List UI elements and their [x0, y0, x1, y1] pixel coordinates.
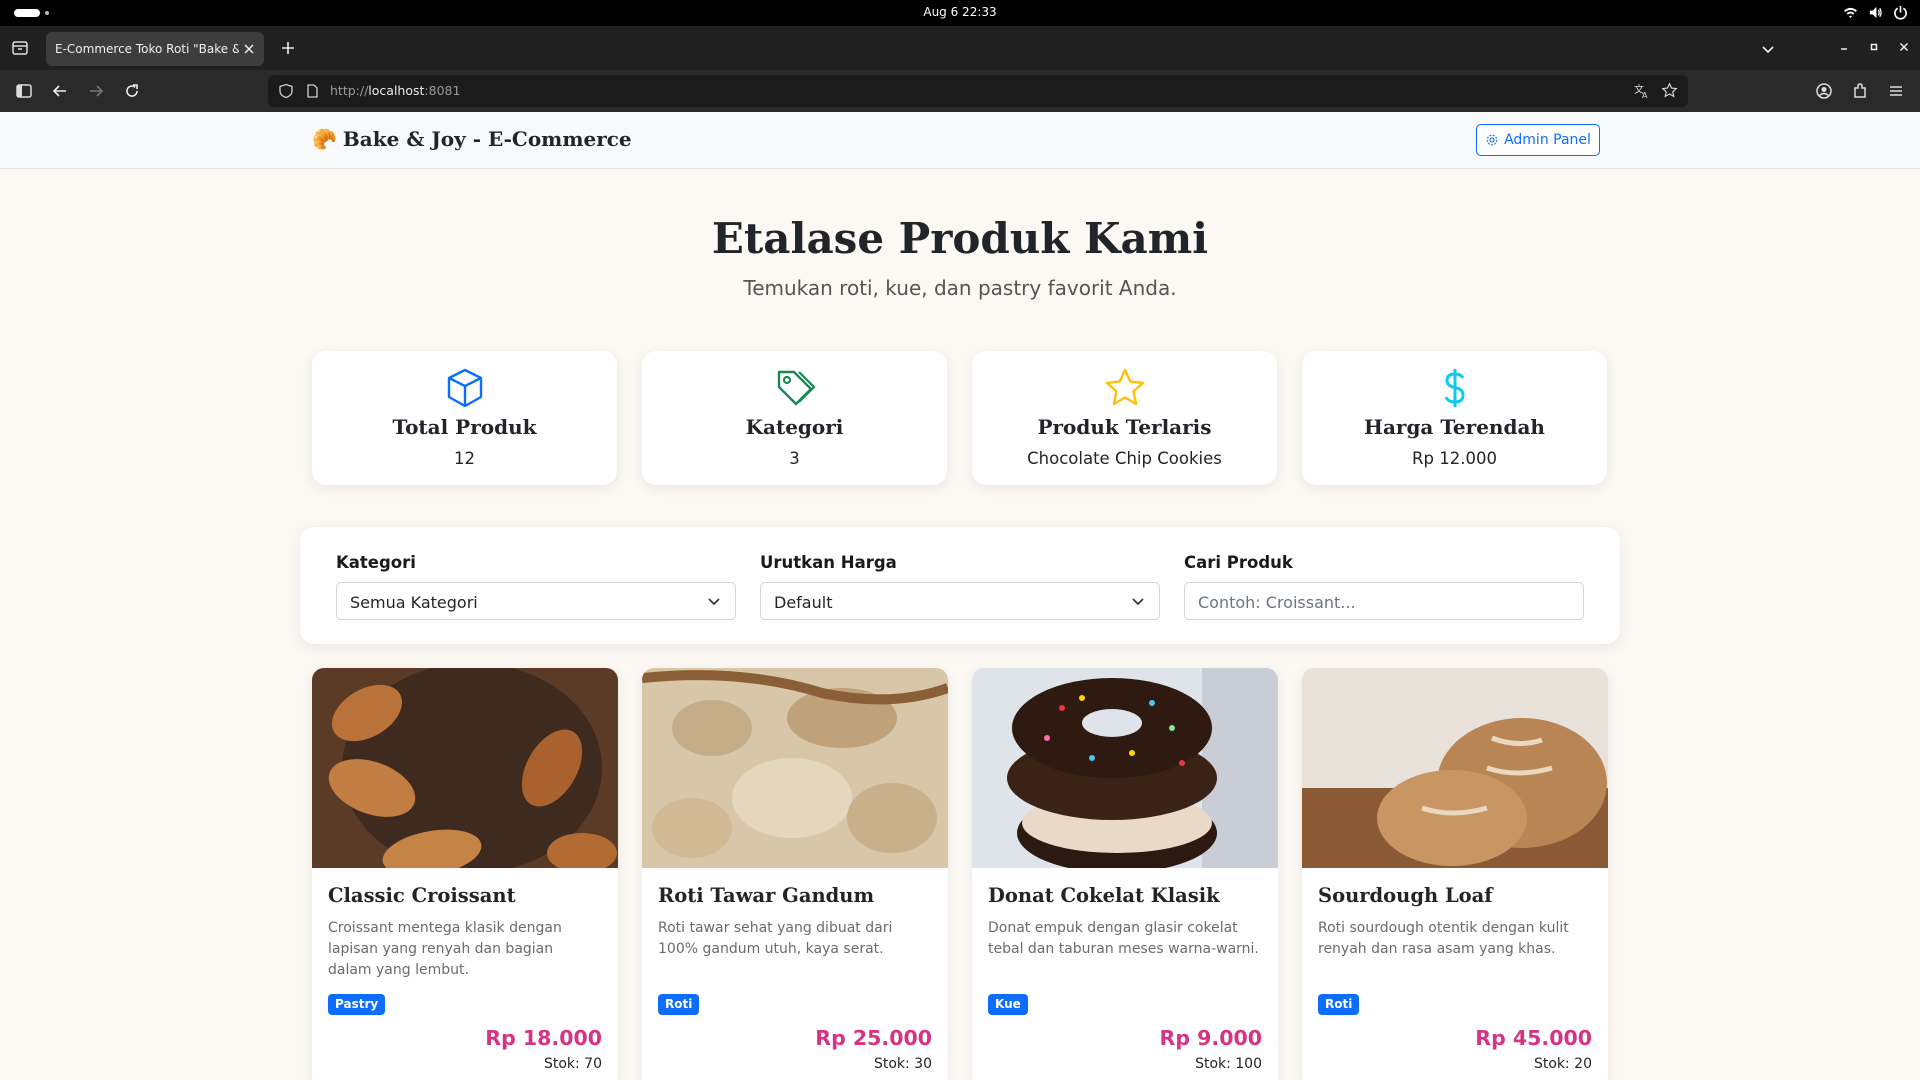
url-scheme: http://: [330, 83, 369, 98]
browser-tab-active[interactable]: E-Commerce Toko Roti "Bake & Joy": [46, 32, 264, 66]
sort-filter-label: Urutkan Harga: [760, 553, 897, 572]
maximize-icon[interactable]: [1866, 39, 1882, 55]
brand-link[interactable]: 🥐 Bake & Joy - E-Commerce: [312, 127, 632, 151]
url-host: localhost: [368, 83, 425, 98]
product-card[interactable]: Classic Croissant Croissant mentega klas…: [312, 668, 618, 1080]
sort-select-value: Default: [774, 593, 833, 612]
product-name: Sourdough Loaf: [1318, 884, 1493, 907]
product-card[interactable]: Sourdough Loaf Roti sourdough otentik de…: [1302, 668, 1608, 1080]
chevron-down-icon: [1132, 598, 1144, 606]
translate-icon[interactable]: 文A: [1634, 83, 1650, 99]
product-description: Roti sourdough otentik dengan kulit reny…: [1318, 920, 1569, 957]
croissant-icon: 🥐: [312, 127, 337, 151]
reload-icon[interactable]: [122, 81, 142, 101]
product-name: Donat Cokelat Klasik: [988, 884, 1220, 907]
category-select-value: Semua Kategori: [350, 593, 478, 612]
stat-label: Harga Terendah: [1364, 415, 1545, 439]
os-clock[interactable]: Aug 6 22:33: [0, 5, 1920, 19]
back-icon[interactable]: [50, 81, 70, 101]
product-price: Rp 45.000: [1475, 1026, 1592, 1050]
product-stock: Stok: 20: [1533, 1056, 1592, 1072]
sidebar-icon[interactable]: [14, 81, 34, 101]
browser-tab-strip: E-Commerce Toko Roti "Bake & Joy": [0, 26, 1920, 70]
power-icon: [1894, 5, 1907, 20]
shield-icon[interactable]: [278, 83, 294, 99]
product-price: Rp 25.000: [815, 1026, 932, 1050]
star-icon: [1105, 368, 1145, 406]
product-image-croissant[interactable]: [312, 668, 618, 868]
stat-value: 3: [789, 449, 800, 468]
page-icon[interactable]: [304, 83, 320, 99]
stat-card-kategori: Kategori 3: [642, 351, 947, 485]
page-subtitle: Temukan roti, kue, dan pastry favorit An…: [743, 276, 1177, 300]
product-description: Croissant mentega klasik dengan lapisan …: [328, 920, 562, 978]
new-tab-icon[interactable]: [280, 40, 296, 56]
product-card[interactable]: Donat Cokelat Klasik Donat empuk dengan …: [972, 668, 1278, 1080]
product-stock: Stok: 30: [873, 1056, 932, 1072]
category-badge: Roti: [1318, 994, 1360, 1015]
category-filter-label: Kategori: [336, 553, 416, 572]
admin-panel-button[interactable]: Admin Panel: [1476, 124, 1600, 156]
close-window-icon[interactable]: [1896, 39, 1912, 55]
browser-toolbar: http://localhost:8081 文A: [0, 70, 1920, 112]
product-name: Classic Croissant: [328, 884, 516, 907]
site-navbar: 🥐 Bake & Joy - E-Commerce Admin Panel: [0, 112, 1920, 169]
close-tab-icon[interactable]: [242, 42, 256, 56]
tag-icon: [777, 370, 816, 406]
product-card[interactable]: Roti Tawar Gandum Roti tawar sehat yang …: [642, 668, 948, 1080]
category-badge: Kue: [988, 994, 1028, 1015]
filter-panel: Kategori Semua Kategori Urutkan Harga De…: [300, 527, 1620, 644]
tab-list-icon[interactable]: [10, 38, 30, 58]
gear-icon: [1486, 134, 1498, 146]
stat-label: Total Produk: [392, 415, 537, 439]
stat-card-produk-terlaris: Produk Terlaris Chocolate Chip Cookies: [972, 351, 1277, 485]
stat-label: Kategori: [745, 415, 844, 439]
stat-card-harga-terendah: Harga Terendah Rp 12.000: [1302, 351, 1607, 485]
product-image-bread[interactable]: [642, 668, 948, 868]
category-badge: Pastry: [328, 994, 386, 1015]
stat-value: Chocolate Chip Cookies: [1027, 449, 1222, 468]
product-price: Rp 18.000: [485, 1026, 602, 1050]
wifi-icon: [1843, 7, 1858, 19]
os-top-bar: Aug 6 22:33: [0, 0, 1920, 26]
stat-value: Rp 12.000: [1412, 449, 1497, 468]
page-title: Etalase Produk Kami: [711, 214, 1209, 263]
search-filter-label: Cari Produk: [1184, 553, 1293, 572]
product-price: Rp 9.000: [1159, 1026, 1262, 1050]
account-icon[interactable]: [1814, 81, 1834, 101]
product-stock: Stok: 70: [543, 1056, 602, 1072]
product-stock: Stok: 100: [1195, 1056, 1262, 1072]
url-bar[interactable]: http://localhost:8081 文A: [268, 75, 1688, 107]
product-description: Donat empuk dengan glasir cokelat tebal …: [988, 920, 1259, 957]
admin-panel-label: Admin Panel: [1504, 132, 1591, 148]
tab-title: E-Commerce Toko Roti "Bake & Joy": [55, 42, 239, 56]
chevron-down-icon: [708, 598, 720, 606]
extensions-icon[interactable]: [1850, 81, 1870, 101]
dollar-icon: [1444, 369, 1465, 407]
sort-select[interactable]: Default: [760, 582, 1160, 620]
svg-text:A: A: [1642, 91, 1648, 99]
product-image-sourdough[interactable]: [1302, 668, 1608, 868]
box-icon: [447, 368, 483, 408]
bookmark-star-icon[interactable]: [1661, 82, 1678, 99]
product-image-donut[interactable]: [972, 668, 1278, 868]
url-port: :8081: [424, 83, 461, 98]
chevron-down-icon[interactable]: [1760, 41, 1776, 57]
minimize-icon[interactable]: [1836, 39, 1852, 55]
menu-icon[interactable]: [1886, 81, 1906, 101]
stat-label: Produk Terlaris: [1037, 415, 1212, 439]
stat-value: 12: [454, 449, 475, 468]
stat-card-total-produk: Total Produk 12: [312, 351, 617, 485]
forward-icon[interactable]: [86, 81, 106, 101]
search-placeholder: Contoh: Croissant...: [1198, 593, 1356, 612]
volume-icon: [1869, 6, 1882, 19]
product-name: Roti Tawar Gandum: [658, 884, 875, 907]
url-text[interactable]: http://localhost:8081: [330, 83, 460, 98]
category-badge: Roti: [658, 994, 700, 1015]
search-input[interactable]: Contoh: Croissant...: [1184, 582, 1584, 620]
brand-name: Bake & Joy - E-Commerce: [342, 127, 632, 151]
category-select[interactable]: Semua Kategori: [336, 582, 736, 620]
system-tray[interactable]: [1843, 5, 1908, 20]
product-description: Roti tawar sehat yang dibuat dari 100% g…: [658, 920, 893, 957]
